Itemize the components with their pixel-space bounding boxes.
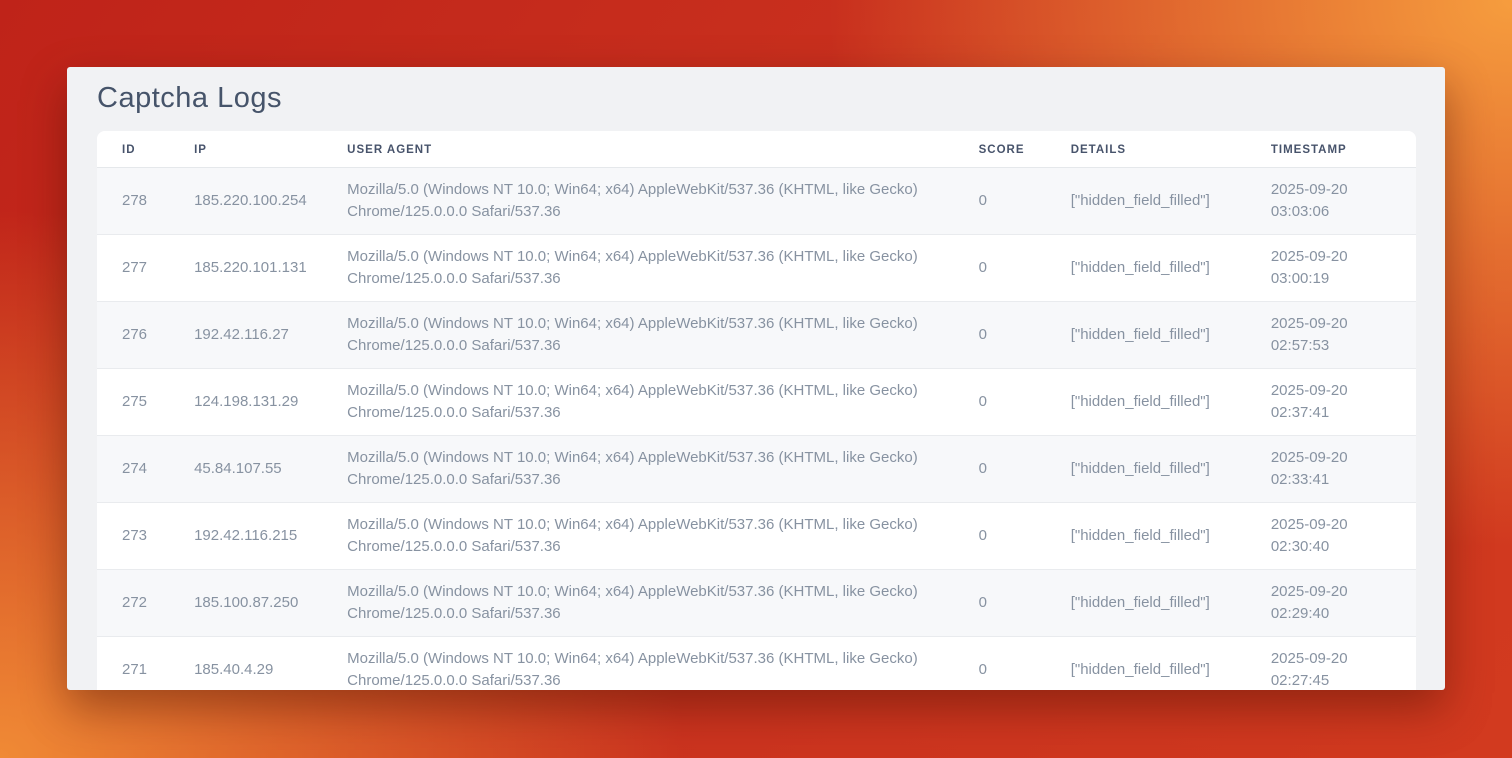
- cell-id: 277: [97, 234, 194, 301]
- cell-timestamp: 2025-09-20 02:27:45: [1271, 636, 1416, 690]
- table-row: 273 192.42.116.215 Mozilla/5.0 (Windows …: [97, 502, 1416, 569]
- column-header-score: SCORE: [979, 131, 1071, 168]
- cell-score: 0: [979, 569, 1071, 636]
- cell-id: 275: [97, 368, 194, 435]
- table-row: 274 45.84.107.55 Mozilla/5.0 (Windows NT…: [97, 435, 1416, 502]
- cell-id: 278: [97, 168, 194, 234]
- table-body: 278 185.220.100.254 Mozilla/5.0 (Windows…: [97, 168, 1416, 690]
- cell-timestamp: 2025-09-20 02:29:40: [1271, 569, 1416, 636]
- cell-details: ["hidden_field_filled"]: [1071, 168, 1271, 234]
- cell-details: ["hidden_field_filled"]: [1071, 636, 1271, 690]
- cell-score: 0: [979, 368, 1071, 435]
- column-header-id: ID: [97, 131, 194, 168]
- cell-timestamp: 2025-09-20 02:57:53: [1271, 301, 1416, 368]
- cell-user-agent: Mozilla/5.0 (Windows NT 10.0; Win64; x64…: [347, 368, 978, 435]
- cell-details: ["hidden_field_filled"]: [1071, 301, 1271, 368]
- cell-score: 0: [979, 435, 1071, 502]
- captcha-logs-card: Captcha Logs IDIPUSER AGENTSCOREDETAILST…: [67, 67, 1445, 690]
- cell-timestamp: 2025-09-20 02:37:41: [1271, 368, 1416, 435]
- cell-timestamp: 2025-09-20 03:00:19: [1271, 234, 1416, 301]
- cell-ip: 185.40.4.29: [194, 636, 347, 690]
- cell-score: 0: [979, 301, 1071, 368]
- cell-details: ["hidden_field_filled"]: [1071, 234, 1271, 301]
- cell-details: ["hidden_field_filled"]: [1071, 502, 1271, 569]
- cell-user-agent: Mozilla/5.0 (Windows NT 10.0; Win64; x64…: [347, 636, 978, 690]
- cell-ip: 192.42.116.27: [194, 301, 347, 368]
- table-row: 272 185.100.87.250 Mozilla/5.0 (Windows …: [97, 569, 1416, 636]
- table-row: 275 124.198.131.29 Mozilla/5.0 (Windows …: [97, 368, 1416, 435]
- cell-user-agent: Mozilla/5.0 (Windows NT 10.0; Win64; x64…: [347, 435, 978, 502]
- column-header-ts: TIMESTAMP: [1271, 131, 1416, 168]
- cell-score: 0: [979, 234, 1071, 301]
- logs-table-container: IDIPUSER AGENTSCOREDETAILSTIMESTAMP 278 …: [97, 131, 1416, 690]
- page-background: Captcha Logs IDIPUSER AGENTSCOREDETAILST…: [0, 0, 1512, 758]
- table-row: 276 192.42.116.27 Mozilla/5.0 (Windows N…: [97, 301, 1416, 368]
- column-header-ua: USER AGENT: [347, 131, 978, 168]
- cell-ip: 185.220.100.254: [194, 168, 347, 234]
- cell-score: 0: [979, 636, 1071, 690]
- cell-timestamp: 2025-09-20 02:30:40: [1271, 502, 1416, 569]
- cell-timestamp: 2025-09-20 02:33:41: [1271, 435, 1416, 502]
- cell-id: 276: [97, 301, 194, 368]
- page-title: Captcha Logs: [67, 67, 1445, 114]
- cell-details: ["hidden_field_filled"]: [1071, 435, 1271, 502]
- cell-user-agent: Mozilla/5.0 (Windows NT 10.0; Win64; x64…: [347, 234, 978, 301]
- cell-score: 0: [979, 502, 1071, 569]
- cell-ip: 185.220.101.131: [194, 234, 347, 301]
- cell-id: 271: [97, 636, 194, 690]
- cell-details: ["hidden_field_filled"]: [1071, 569, 1271, 636]
- column-header-ip: IP: [194, 131, 347, 168]
- cell-score: 0: [979, 168, 1071, 234]
- cell-id: 274: [97, 435, 194, 502]
- cell-ip: 192.42.116.215: [194, 502, 347, 569]
- cell-user-agent: Mozilla/5.0 (Windows NT 10.0; Win64; x64…: [347, 502, 978, 569]
- cell-user-agent: Mozilla/5.0 (Windows NT 10.0; Win64; x64…: [347, 301, 978, 368]
- table-row: 278 185.220.100.254 Mozilla/5.0 (Windows…: [97, 168, 1416, 234]
- logs-table: IDIPUSER AGENTSCOREDETAILSTIMESTAMP 278 …: [97, 131, 1416, 690]
- column-header-details: DETAILS: [1071, 131, 1271, 168]
- table-row: 277 185.220.101.131 Mozilla/5.0 (Windows…: [97, 234, 1416, 301]
- table-header: IDIPUSER AGENTSCOREDETAILSTIMESTAMP: [97, 131, 1416, 168]
- table-header-row: IDIPUSER AGENTSCOREDETAILSTIMESTAMP: [97, 131, 1416, 168]
- cell-ip: 185.100.87.250: [194, 569, 347, 636]
- cell-id: 272: [97, 569, 194, 636]
- cell-ip: 45.84.107.55: [194, 435, 347, 502]
- cell-ip: 124.198.131.29: [194, 368, 347, 435]
- cell-user-agent: Mozilla/5.0 (Windows NT 10.0; Win64; x64…: [347, 569, 978, 636]
- cell-details: ["hidden_field_filled"]: [1071, 368, 1271, 435]
- cell-timestamp: 2025-09-20 03:03:06: [1271, 168, 1416, 234]
- table-row: 271 185.40.4.29 Mozilla/5.0 (Windows NT …: [97, 636, 1416, 690]
- cell-user-agent: Mozilla/5.0 (Windows NT 10.0; Win64; x64…: [347, 168, 978, 234]
- cell-id: 273: [97, 502, 194, 569]
